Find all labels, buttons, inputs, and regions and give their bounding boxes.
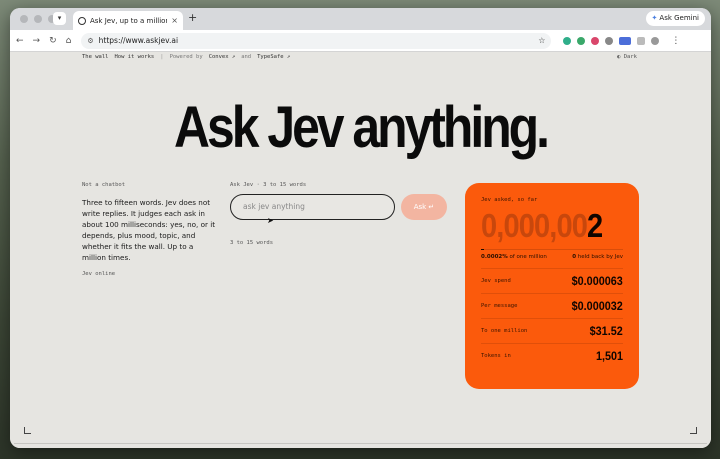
stat-row: Jev spend $0.000063 — [481, 268, 623, 293]
million-progress-bar — [481, 249, 623, 251]
card-label: Jev asked, so far — [481, 197, 538, 203]
stats-card: Jev asked, so far 0,000,00 2 0.0002% of o… — [465, 183, 639, 389]
ask-placeholder: ask jev anything — [243, 202, 305, 211]
tab-strip: ▾ Ask Jev, up to a million times × + ✦As… — [10, 8, 711, 30]
extension-grammar-icon[interactable] — [577, 36, 586, 45]
ask-button[interactable]: Ask ↵ — [401, 194, 447, 220]
nav-how-link[interactable]: How it works — [115, 54, 155, 60]
page-divider — [14, 443, 707, 444]
home-icon[interactable]: ⌂ — [66, 36, 72, 46]
extension-gray-icon[interactable] — [605, 36, 614, 45]
cost-rows: Jev spend $0.000063 Per message $0.00003… — [481, 268, 623, 368]
hero-heading: Ask Jev anything. — [174, 95, 550, 160]
powered-by-label: Powered by — [169, 54, 203, 60]
ask-column: Ask Jev · 3 to 15 words ask jev anything… — [230, 182, 460, 246]
intro-column: Not a chatbot Three to fifteen words. Je… — [82, 182, 216, 277]
close-window-button[interactable] — [20, 15, 28, 23]
held-suffix: held back by Jev — [577, 254, 623, 261]
counter-leading-digits: 0,000,00 — [481, 207, 588, 244]
stat-row: Tokens in 1,501 — [481, 343, 623, 368]
top-nav: The wall How it works | Powered by Conve… — [82, 54, 290, 60]
percent-stat: 0.0002% of one million — [481, 254, 547, 260]
extensions-puzzle-icon[interactable] — [637, 36, 646, 45]
reload-icon[interactable]: ↻ — [49, 36, 57, 46]
word-count-hint: 3 to 15 words — [230, 240, 274, 246]
mouse-cursor-icon: ➤ — [267, 216, 274, 225]
extension-red-icon[interactable] — [591, 36, 600, 45]
stat-key: Tokens in — [481, 353, 511, 360]
and-label: and — [241, 54, 252, 60]
extensions-bar — [563, 36, 660, 45]
back-arrow-icon[interactable]: ← — [16, 36, 24, 46]
url-text[interactable]: https://www.askjev.ai — [99, 36, 178, 45]
stat-key: To one million — [481, 328, 528, 335]
ask-input[interactable]: ask jev anything ➤ — [230, 194, 395, 225]
minimize-window-button[interactable] — [34, 15, 42, 23]
ask-label: Ask Jev · 3 to 15 words — [230, 182, 307, 188]
close-tab-icon[interactable]: × — [171, 16, 178, 25]
extension-blue-icon[interactable] — [619, 36, 632, 45]
tab-active[interactable]: Ask Jev, up to a million times × — [73, 11, 183, 30]
new-tab-button[interactable]: + — [188, 11, 197, 24]
nav-wall-link[interactable]: The wall — [82, 54, 109, 60]
tab-title: Ask Jev, up to a million times — [90, 16, 167, 25]
extension-green-icon[interactable] — [563, 36, 572, 45]
dark-mode-toggle[interactable]: ◐ Dark — [617, 54, 637, 60]
gemini-sparkle-icon: ✦ — [651, 14, 658, 22]
tab-search-chevron-down-icon[interactable]: ▾ — [53, 12, 66, 25]
stat-key: Jev spend — [481, 278, 511, 285]
convex-link[interactable]: Convex ↗ — [209, 54, 236, 60]
browser-window: ▾ Ask Jev, up to a million times × + ✦As… — [10, 8, 711, 448]
ask-counter: 0,000,00 2 — [481, 207, 606, 245]
held-value: 0 — [572, 254, 577, 261]
corner-bracket-right — [690, 427, 697, 434]
intro-label: Not a chatbot — [82, 182, 126, 188]
progress-fill — [481, 249, 484, 251]
corner-bracket-left — [24, 427, 31, 434]
bookmark-star-icon[interactable]: ☆ — [538, 36, 545, 45]
page-content: The wall How it works | Powered by Conve… — [10, 52, 711, 448]
stat-value: 1,501 — [595, 349, 623, 364]
profile-avatar[interactable] — [651, 36, 660, 45]
nav-divider: | — [160, 54, 164, 60]
stat-key: Per message — [481, 303, 518, 310]
ask-gemini-label: Ask Gemini — [659, 14, 699, 22]
stat-value: $31.52 — [589, 324, 623, 339]
typesafe-link[interactable]: TypeSafe ↗ — [257, 54, 290, 60]
percent-suffix: of one million — [509, 254, 547, 261]
stat-row: To one million $31.52 — [481, 318, 623, 343]
window-controls[interactable] — [20, 15, 56, 23]
globe-icon — [78, 16, 86, 25]
percent-value: 0.0002% — [481, 254, 508, 261]
stat-value: $0.000032 — [571, 299, 623, 314]
stat-value: $0.000063 — [571, 274, 623, 289]
address-bar[interactable]: ⚙ https://www.askjev.ai ☆ — [81, 32, 552, 49]
status-text: Jev online — [82, 271, 116, 277]
stat-row: Per message $0.000032 — [481, 293, 623, 318]
counter-active-digit: 2 — [587, 207, 603, 244]
more-menu-icon[interactable]: ⋮ — [671, 36, 680, 46]
ask-gemini-button[interactable]: ✦ Ask Gemini — [645, 11, 705, 26]
intro-description: Three to fifteen words. Jev does not wri… — [82, 198, 216, 262]
forward-arrow-icon[interactable]: → — [33, 36, 41, 46]
held-back-stat: 0 held back by Jev — [572, 254, 623, 260]
browser-toolbar: ← → ↻ ⌂ ⚙ https://www.askjev.ai ☆ ⋮ — [10, 30, 711, 52]
site-info-icon[interactable]: ⚙ — [87, 37, 93, 45]
